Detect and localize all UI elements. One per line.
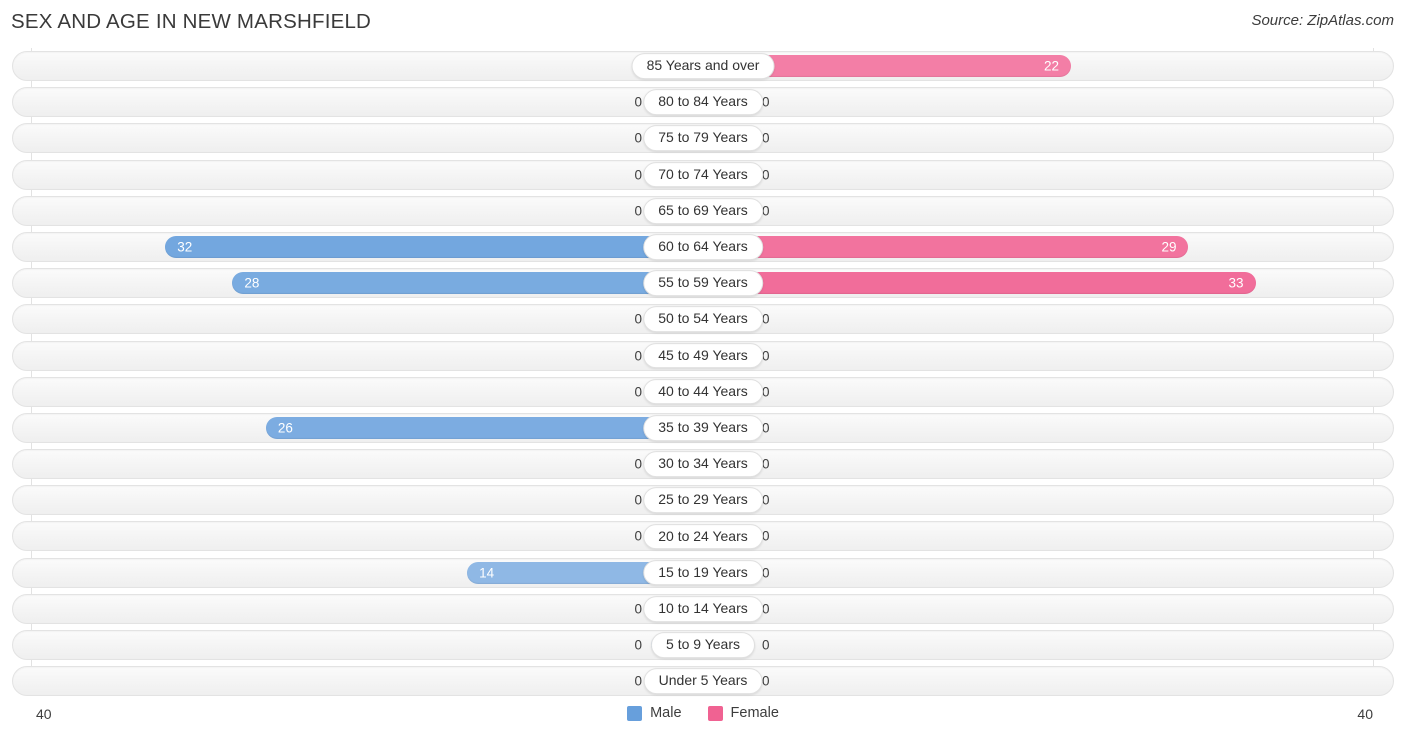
pyramid-row: 02285 Years and over	[0, 48, 1406, 84]
age-group-label: 55 to 59 Years	[643, 270, 763, 297]
pyramid-row: 0 0 40 to 44 Years	[0, 374, 1406, 410]
age-group-label: 20 to 24 Years	[643, 523, 763, 550]
pyramid-row: 0 0 10 to 14 Years	[0, 591, 1406, 627]
age-group-label: 35 to 39 Years	[643, 415, 763, 441]
pyramid-row: 0 0 25 to 29 Years	[0, 482, 1406, 518]
age-group-label: 65 to 69 Years	[643, 198, 763, 224]
bar-value-male: 28	[244, 275, 260, 291]
bar-female[interactable]: 33	[702, 272, 1256, 295]
bar-value-male: 0	[634, 94, 642, 110]
bar-value-male: 0	[634, 601, 642, 617]
pyramid-row: 0 0 80 to 84 Years	[0, 84, 1406, 120]
age-group-label: 30 to 34 Years	[643, 451, 763, 477]
bar-value-female: 0	[762, 673, 770, 689]
pyramid-row: 0 0 5 to 9 Years	[0, 627, 1406, 663]
bar-value-female: 22	[1044, 58, 1060, 74]
age-group-label: 45 to 49 Years	[643, 342, 763, 369]
legend-swatch-male-icon	[627, 705, 643, 721]
legend-swatch-female-icon	[707, 705, 723, 721]
legend-item-male[interactable]: Male	[627, 705, 682, 721]
age-group-label: Under 5 Years	[643, 668, 763, 695]
bar-value-female: 0	[762, 94, 770, 110]
pyramid-row: 28 33 55 to 59 Years	[0, 265, 1406, 301]
pyramid-row: 14 0 15 to 19 Years	[0, 555, 1406, 591]
bar-male[interactable]: 32	[165, 235, 702, 258]
bar-value-female: 29	[1161, 239, 1177, 255]
age-group-label: 85 Years and over	[631, 53, 775, 79]
age-group-label: 80 to 84 Years	[643, 89, 763, 116]
bar-value-female: 0	[762, 347, 770, 363]
bar-value-female: 0	[762, 130, 770, 146]
bar-female[interactable]: 29	[702, 235, 1189, 258]
pyramid-row: 0 0 70 to 74 Years	[0, 157, 1406, 193]
bar-value-male: 0	[634, 166, 642, 182]
pyramid-row: 0 0 Under 5 Years	[0, 663, 1406, 699]
age-group-label: 40 to 44 Years	[643, 378, 763, 405]
bar-value-male: 0	[634, 673, 642, 689]
bar-value-female: 0	[762, 637, 770, 653]
bar-male[interactable]: 26	[265, 416, 702, 439]
bar-value-male: 26	[277, 420, 293, 436]
bar-male[interactable]: 28	[232, 272, 702, 295]
pyramid-row: 0 0 20 to 24 Years	[0, 518, 1406, 554]
bar-value-female: 0	[762, 383, 770, 399]
age-group-label: 5 to 9 Years	[651, 632, 755, 658]
bar-value-female: 0	[762, 492, 770, 508]
bar-value-female: 0	[762, 166, 770, 182]
pyramid-rows: 02285 Years and over0080 to 84 Years0075…	[0, 48, 1406, 699]
bar-value-male: 0	[634, 311, 642, 327]
page-title: SEX AND AGE IN NEW MARSHFIELD	[11, 10, 372, 33]
pyramid-row: 0 0 45 to 49 Years	[0, 338, 1406, 374]
bar-value-female: 0	[762, 203, 770, 218]
bar-value-male: 0	[634, 528, 642, 544]
age-group-label: 75 to 79 Years	[643, 125, 763, 152]
pyramid-row: 0 0 30 to 34 Years	[0, 446, 1406, 482]
bar-value-female: 0	[762, 601, 770, 617]
age-group-label: 60 to 64 Years	[643, 234, 763, 260]
pyramid-row: 26 0 35 to 39 Years	[0, 410, 1406, 446]
age-group-label: 70 to 74 Years	[643, 161, 763, 188]
bar-value-male: 0	[634, 456, 642, 472]
bar-value-male: 0	[634, 203, 642, 218]
chart-legend: Male Female	[0, 705, 1406, 721]
bar-value-male: 0	[634, 637, 642, 653]
bar-value-male: 0	[634, 492, 642, 508]
source-attribution: Source: ZipAtlas.com	[1251, 12, 1394, 29]
bar-value-male: 0	[634, 383, 642, 399]
bar-value-male: 0	[634, 347, 642, 363]
bar-value-female: 0	[762, 528, 770, 544]
legend-item-female[interactable]: Female	[707, 705, 779, 721]
chart-footer: 40 40 Male Female	[0, 700, 1406, 740]
pyramid-row: 0 0 65 to 69 Years	[0, 193, 1406, 229]
bar-value-female: 0	[762, 311, 770, 327]
age-group-label: 50 to 54 Years	[643, 306, 763, 333]
bar-value-female: 0	[762, 420, 770, 436]
age-group-label: 25 to 29 Years	[643, 487, 763, 514]
bar-value-female: 0	[762, 456, 770, 472]
bar-value-male: 0	[634, 130, 642, 146]
pyramid-row: 0 0 50 to 54 Years	[0, 301, 1406, 337]
chart-header: SEX AND AGE IN NEW MARSHFIELD Source: Zi…	[0, 0, 1406, 44]
legend-label-female: Female	[730, 705, 779, 721]
pyramid-row: 32 29 60 to 64 Years	[0, 229, 1406, 265]
pyramid-row: 0 0 75 to 79 Years	[0, 120, 1406, 156]
bar-value-male: 32	[177, 239, 193, 255]
age-group-label: 15 to 19 Years	[643, 559, 763, 586]
bar-value-female: 0	[762, 564, 770, 580]
bar-value-male: 14	[479, 564, 495, 580]
age-group-label: 10 to 14 Years	[643, 596, 763, 622]
chart-page: SEX AND AGE IN NEW MARSHFIELD Source: Zi…	[0, 0, 1406, 740]
pyramid-plot-area: 02285 Years and over0080 to 84 Years0075…	[0, 48, 1406, 698]
legend-label-male: Male	[650, 705, 682, 721]
bar-value-female: 33	[1228, 275, 1244, 291]
